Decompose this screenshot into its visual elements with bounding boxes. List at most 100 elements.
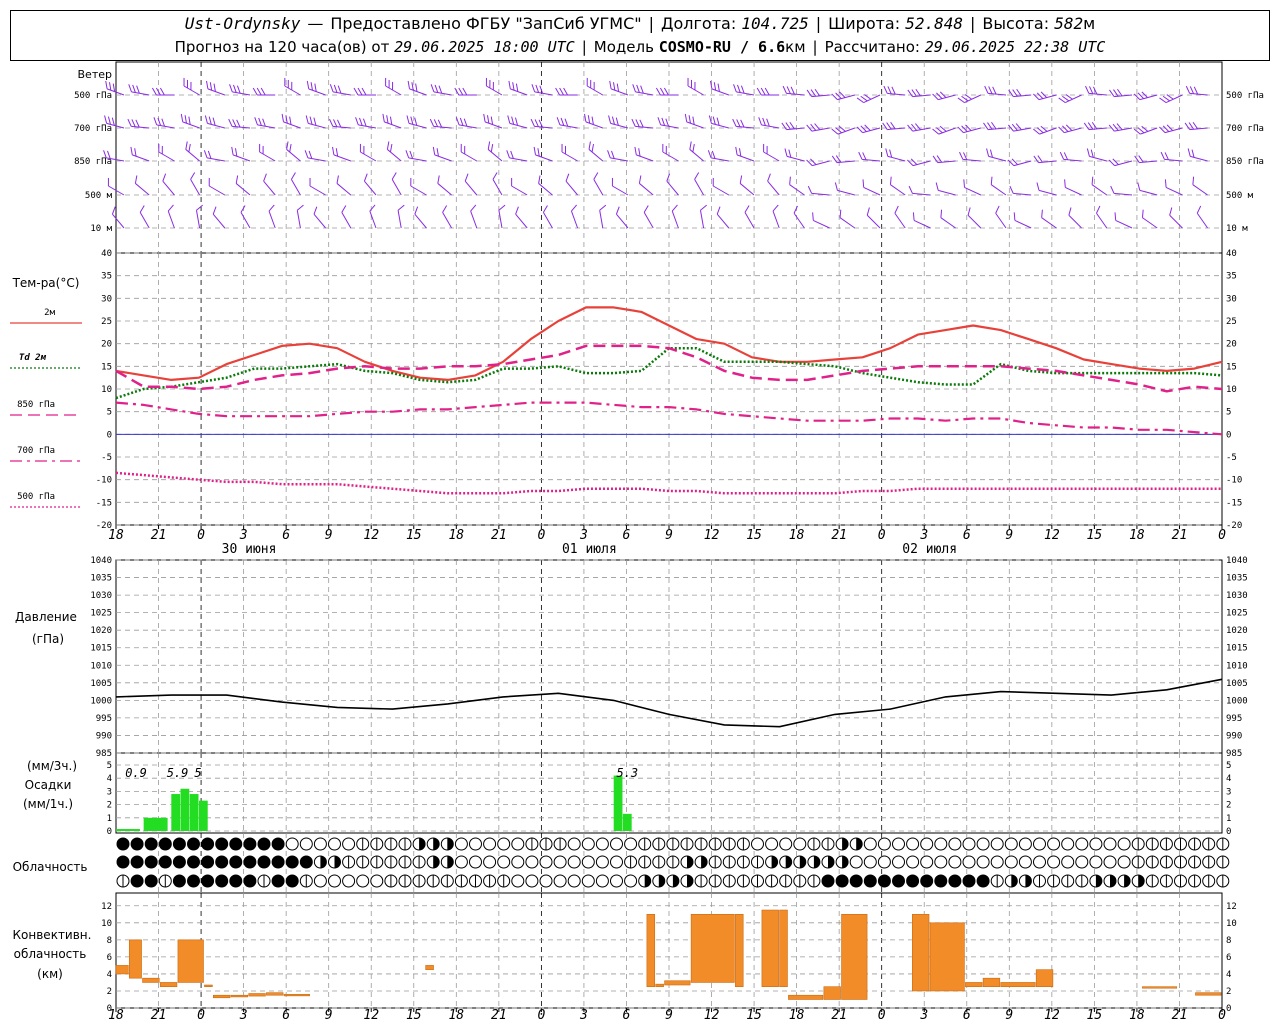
wind-barb-feather (1013, 212, 1016, 221)
wind-barb-staff (789, 184, 805, 196)
wind-barb-feather (988, 86, 993, 94)
wind-barb-icon (657, 117, 679, 129)
cloud-symbol-overcast (144, 837, 158, 851)
temp-tick-label: 15 (101, 362, 112, 372)
wind-barb-staff (1013, 94, 1032, 98)
temp-tick-label: 40 (1226, 249, 1237, 259)
cloud-cover-icon (751, 837, 764, 851)
wind-barb-icon (430, 84, 452, 96)
wind-barb-icon (111, 206, 125, 229)
wind-barb-feather (1185, 85, 1191, 94)
wind-barb-staff (263, 180, 276, 196)
cloud-cover-icon (370, 837, 384, 851)
wind-barb-staff (570, 210, 579, 229)
precip-total-label: 5.9 (167, 766, 189, 780)
wind-barb-feather (632, 84, 636, 93)
precip-tick-label: 1 (1226, 814, 1231, 824)
wind-barb-feather (454, 87, 460, 96)
cloud-symbol-mark (419, 838, 426, 850)
wind-barb-icon (1192, 176, 1208, 196)
wind-barb-feather (1169, 207, 1173, 216)
cloud-symbol-overcast (215, 855, 229, 869)
wind-barb-staff (470, 210, 478, 229)
pressure-tick-label: 1010 (90, 661, 112, 671)
wind-barb-feather (781, 122, 787, 130)
cloud-symbol-overcast (158, 837, 172, 851)
wind-barb-feather (789, 176, 791, 185)
conv-cloud-bar (735, 913, 744, 988)
wind-barb-staff (1038, 189, 1057, 196)
precip-bar (613, 775, 623, 831)
cloud-cover-icon (595, 874, 609, 888)
wind-barb-feather (515, 206, 519, 215)
wind-barb-icon (180, 113, 200, 129)
wind-barb-icon (666, 173, 679, 196)
cloud-symbol-mark (1138, 875, 1145, 887)
cloud-symbol (751, 837, 764, 851)
wind-barb-feather (405, 150, 410, 159)
cloud-symbol-overcast (976, 874, 990, 888)
cloud-cover-icon (1033, 874, 1046, 888)
wind-barb-feather (1114, 212, 1117, 221)
wind-barb-icon (498, 204, 506, 229)
conv-cloud-bar (929, 922, 965, 992)
conv-cloud-bar (142, 977, 160, 983)
time-tick-label: 9 (325, 528, 333, 543)
cloud-symbol (1033, 837, 1046, 851)
wind-barb-icon (1108, 158, 1133, 167)
wind-barb-icon (684, 113, 704, 129)
wind-barb-icon (1114, 212, 1133, 229)
wind-barb-feather (258, 117, 262, 126)
wind-barb-feather (104, 115, 108, 124)
cloud-cover-icon (299, 837, 313, 851)
wind-barb-staff (837, 189, 855, 196)
cloud-cover-icon (934, 837, 948, 851)
cloud-symbol (863, 837, 877, 851)
wind-barb-icon (839, 209, 856, 229)
cloud-cover-icon (356, 837, 370, 851)
cloud-symbol-overcast (229, 874, 243, 888)
cloud-cover-icon (1202, 874, 1216, 888)
wind-barb-feather (1059, 151, 1065, 160)
cloud-symbol (948, 855, 962, 869)
wind-barb-icon (407, 80, 427, 96)
cloud-cover-icon (1202, 855, 1216, 869)
wind-barb-staff (131, 125, 150, 129)
time-tick-label: 21 (151, 528, 167, 543)
wind-barb-feather (542, 205, 548, 213)
wind-barb-icon (432, 146, 452, 162)
wind-barb-icon (908, 185, 931, 196)
wind-barb-feather (936, 155, 943, 163)
wind-barb-icon (542, 205, 553, 229)
cloud-cover-icon (807, 837, 821, 851)
wind-barb-staff (333, 154, 351, 162)
temp-tick-label: -20 (96, 521, 112, 531)
wind-barb-staff (710, 157, 729, 162)
wind-barb-icon (139, 205, 150, 229)
cloud-cover-icon (694, 855, 708, 869)
wind-barb-icon (1196, 205, 1209, 229)
wind-barb-icon (932, 125, 956, 135)
cloud-cover-icon (454, 837, 468, 851)
cloud-cover-icon (1159, 837, 1173, 851)
wind-barb-feather (563, 87, 569, 96)
cloud-symbol-mark (1025, 875, 1032, 887)
cloud-symbol-mark (856, 838, 863, 850)
wind-barb-feather (1086, 148, 1090, 157)
cloud-symbol-overcast (215, 837, 229, 851)
conv-tick-label: 4 (107, 970, 112, 980)
wind-barb-staff (510, 88, 528, 96)
wind-barb-feather (391, 172, 397, 180)
wind-barb-staff (793, 212, 805, 229)
cloud-cover-icon (201, 874, 215, 888)
wind-barb-feather (1009, 185, 1014, 194)
precip-tick-label: 4 (1226, 774, 1231, 784)
wind-barb-feather (661, 117, 666, 126)
wind-barb-icon (492, 172, 503, 196)
cloud-cover-icon (1004, 874, 1018, 888)
cloud-cover-icon (525, 874, 539, 888)
wind-barb-feather (134, 175, 138, 184)
wind-barb-icon (1085, 85, 1107, 96)
cloud-cover-icon (454, 874, 468, 888)
wind-barb-staff (894, 212, 906, 229)
